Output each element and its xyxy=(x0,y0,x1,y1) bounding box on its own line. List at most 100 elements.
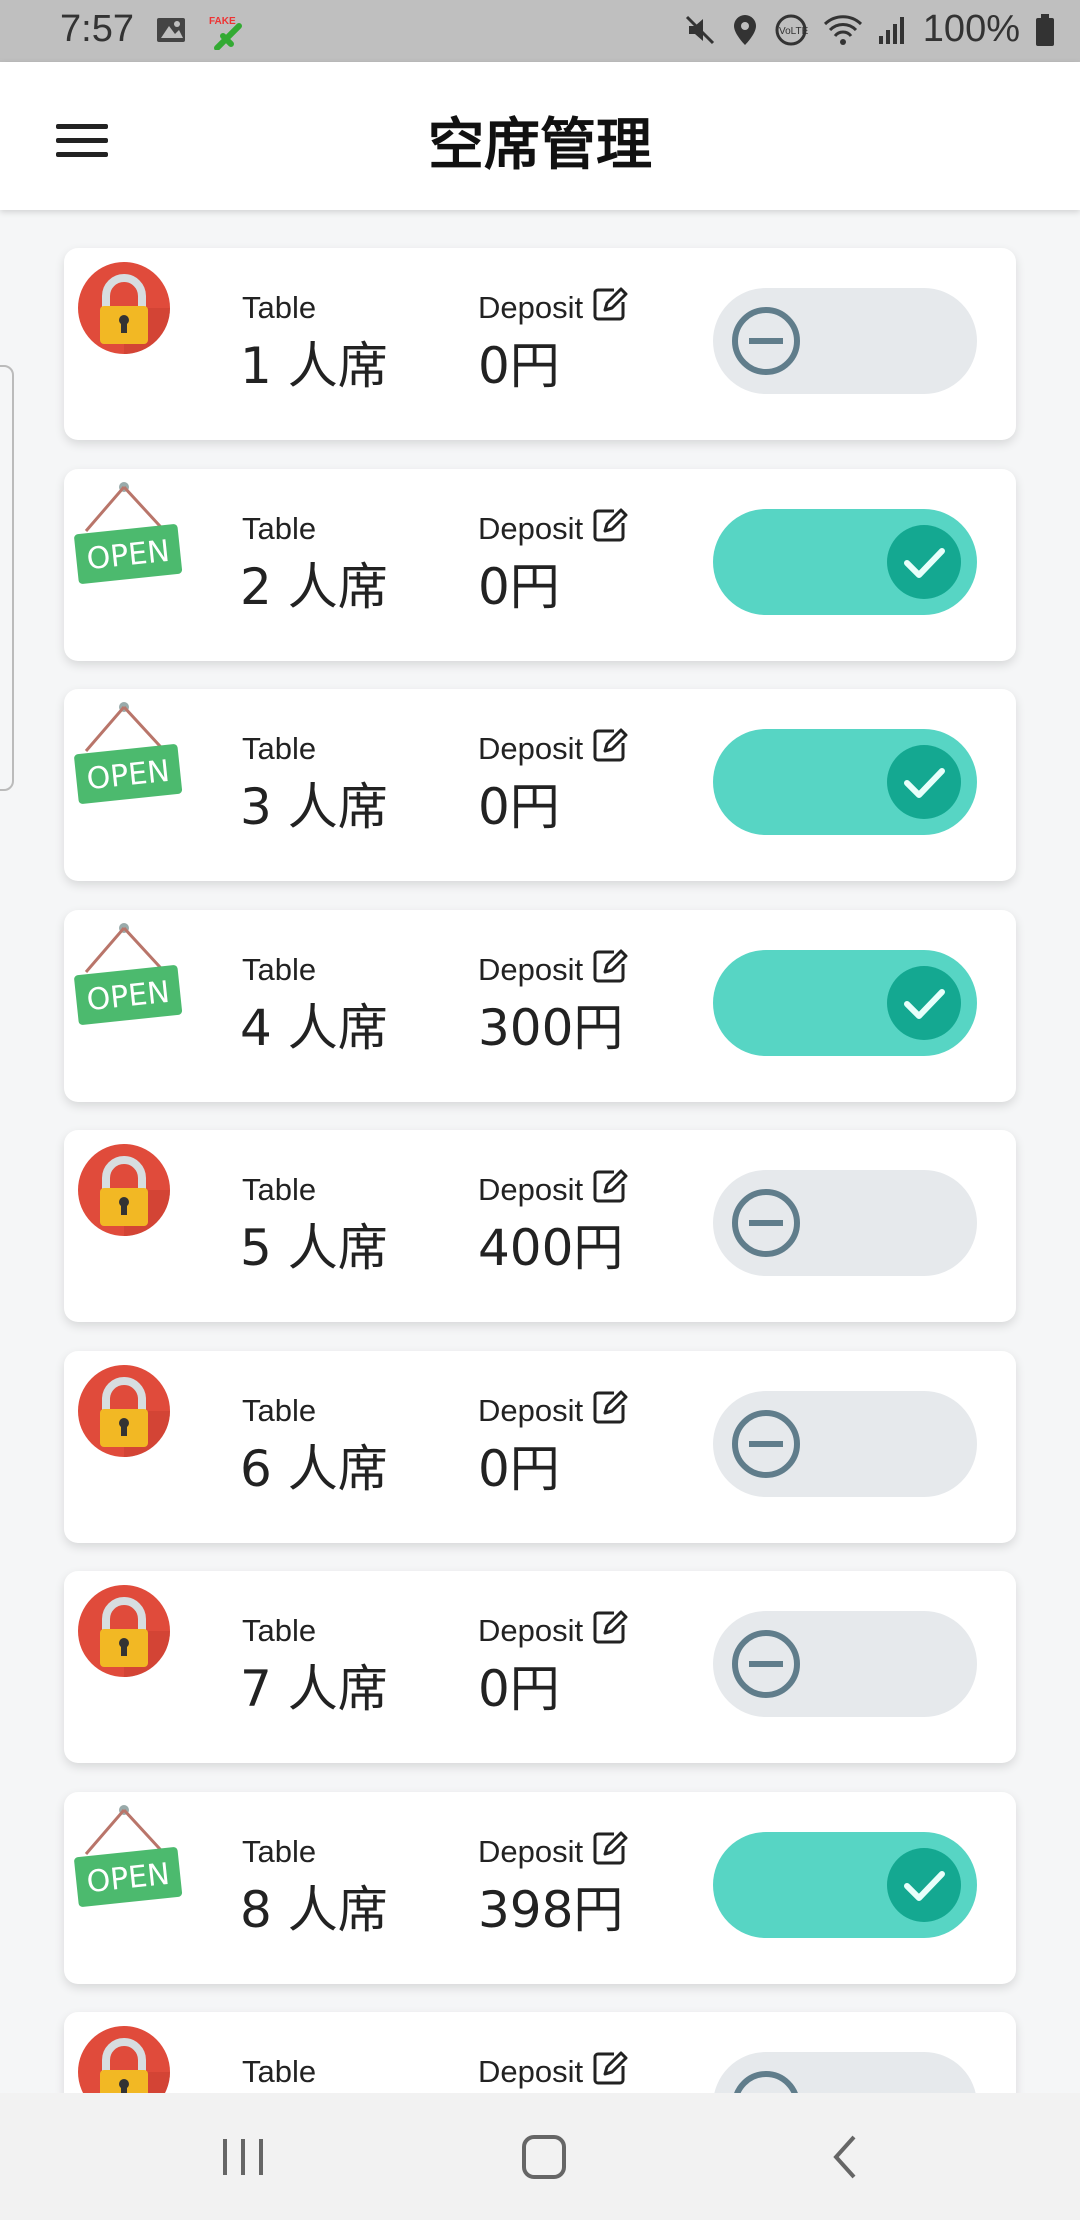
deposit-label: Deposit xyxy=(478,1833,584,1869)
table-name: 1 人席 xyxy=(240,337,388,395)
minus-circle-icon xyxy=(732,1409,800,1478)
svg-text:FAKE: FAKE xyxy=(209,16,236,27)
lock-icon xyxy=(78,1585,170,1677)
table-label: Table xyxy=(242,731,317,766)
home-icon[interactable] xyxy=(514,2127,574,2187)
deposit-value: 0円 xyxy=(478,557,560,616)
check-circle-icon xyxy=(887,745,961,819)
fake-gps-icon: FAKE xyxy=(209,16,242,50)
deposit-label: Deposit xyxy=(478,1172,584,1207)
availability-toggle-on[interactable] xyxy=(713,1831,977,1938)
minus-circle-icon xyxy=(732,307,800,375)
deposit-label: Deposit xyxy=(478,1392,584,1428)
table-label: Table xyxy=(242,510,317,546)
deposit-label: Deposit xyxy=(478,510,584,546)
edit-deposit-icon[interactable] xyxy=(592,1609,628,1645)
availability-toggle-on[interactable] xyxy=(713,949,977,1056)
edit-deposit-icon[interactable] xyxy=(592,2050,628,2086)
table-card: OPEN Table 8 人席 Deposit 398円 xyxy=(64,1791,1016,1984)
table-card: OPEN Table 4 人席 Deposit 300円 xyxy=(64,909,1016,1102)
deposit-label: Deposit xyxy=(478,290,584,325)
deposit-value: 0円 xyxy=(478,337,560,395)
minus-circle-icon xyxy=(732,1630,800,1698)
deposit-value: 0円 xyxy=(478,1660,560,1718)
table-label: Table xyxy=(242,2054,317,2089)
open-sign-icon: OPEN xyxy=(74,481,183,584)
availability-toggle-off[interactable] xyxy=(713,1390,977,1497)
edit-deposit-icon[interactable] xyxy=(592,948,628,984)
table-card: OPEN Table 3 人席 Deposit 0円 xyxy=(64,689,1016,881)
availability-toggle-on[interactable] xyxy=(713,508,977,615)
table-name: 5 人席 xyxy=(240,1219,388,1277)
availability-toggle-on[interactable] xyxy=(713,729,977,835)
deposit-label: Deposit xyxy=(478,2054,584,2089)
navigation-bar xyxy=(0,2093,1080,2220)
table-name: 3 人席 xyxy=(240,778,388,836)
deposit-value: 300円 xyxy=(478,998,624,1057)
table-label: Table xyxy=(242,1172,317,1207)
table-label: Table xyxy=(242,290,317,325)
recent-apps-icon[interactable] xyxy=(213,2127,273,2187)
lock-icon xyxy=(78,1364,170,1457)
app-bar: 空席管理 xyxy=(0,62,1080,210)
table-name: 7 人席 xyxy=(240,1660,388,1718)
lock-icon xyxy=(78,262,170,354)
table-card: Table Deposit xyxy=(64,2012,1016,2093)
table-card: Table 6 人席 Deposit 0円 xyxy=(64,1350,1016,1543)
battery-percentage: 100% xyxy=(922,8,1020,50)
open-sign-icon: OPEN xyxy=(74,1804,183,1907)
battery-icon xyxy=(1036,13,1054,46)
availability-toggle-off[interactable] xyxy=(713,288,977,394)
deposit-value: 398円 xyxy=(478,1880,624,1939)
table-card: OPEN Table 2 人席 Deposit 0円 xyxy=(64,468,1016,661)
svg-text:VoLTE: VoLTE xyxy=(779,26,809,37)
open-sign-icon: OPEN xyxy=(74,702,183,804)
mute-icon xyxy=(685,15,714,44)
table-card: Table 1 人席 Deposit 0円 xyxy=(64,248,1016,440)
edit-deposit-icon[interactable] xyxy=(592,1830,628,1866)
location-icon xyxy=(733,14,756,45)
deposit-value: 0円 xyxy=(478,778,560,836)
side-drawer-handle[interactable] xyxy=(0,365,14,791)
deposit-value: 0円 xyxy=(478,1439,560,1498)
deposit-label: Deposit xyxy=(478,1613,584,1648)
minus-circle-icon xyxy=(732,1189,800,1257)
table-name: 8 人席 xyxy=(240,1880,388,1939)
volte-icon: VoLTE xyxy=(775,14,809,45)
check-circle-icon xyxy=(887,965,961,1040)
page-title: 空席管理 xyxy=(428,113,652,178)
lock-icon xyxy=(78,2026,170,2093)
table-name: 2 人席 xyxy=(240,557,388,616)
deposit-label: Deposit xyxy=(478,951,584,987)
table-list[interactable]: Table 1 人席 Deposit 0円 OPEN Table 2 人席 De… xyxy=(0,210,1080,2093)
table-label: Table xyxy=(242,951,317,987)
open-sign-icon: OPEN xyxy=(74,922,183,1025)
edit-deposit-icon[interactable] xyxy=(592,727,628,763)
edit-deposit-icon[interactable] xyxy=(592,1389,628,1425)
table-card: Table 5 人席 Deposit 400円 xyxy=(64,1130,1016,1322)
table-label: Table xyxy=(242,1392,317,1428)
deposit-value: 400円 xyxy=(478,1219,624,1277)
status-bar: 7:57 FAKE VoLTE 100% xyxy=(0,0,1080,62)
check-circle-icon xyxy=(887,1847,961,1922)
back-icon[interactable] xyxy=(816,2127,876,2187)
table-name: 4 人席 xyxy=(240,998,388,1057)
table-card: Table 7 人席 Deposit 0円 xyxy=(64,1571,1016,1763)
lock-icon xyxy=(78,1144,170,1236)
deposit-label: Deposit xyxy=(478,731,584,766)
availability-toggle-off[interactable] xyxy=(713,2052,977,2093)
status-time: 7:57 xyxy=(60,8,134,50)
signal-icon xyxy=(878,16,904,44)
table-name: 6 人席 xyxy=(240,1439,388,1498)
availability-toggle-off[interactable] xyxy=(713,1170,977,1276)
wifi-icon xyxy=(823,14,862,45)
edit-deposit-icon[interactable] xyxy=(592,1168,628,1204)
edit-deposit-icon[interactable] xyxy=(592,286,628,322)
check-circle-icon xyxy=(887,524,961,599)
table-label: Table xyxy=(242,1613,317,1648)
availability-toggle-off[interactable] xyxy=(713,1611,977,1717)
minus-circle-icon xyxy=(734,2071,798,2093)
edit-deposit-icon[interactable] xyxy=(592,507,628,543)
gallery-icon xyxy=(157,18,185,42)
table-label: Table xyxy=(242,1833,317,1869)
